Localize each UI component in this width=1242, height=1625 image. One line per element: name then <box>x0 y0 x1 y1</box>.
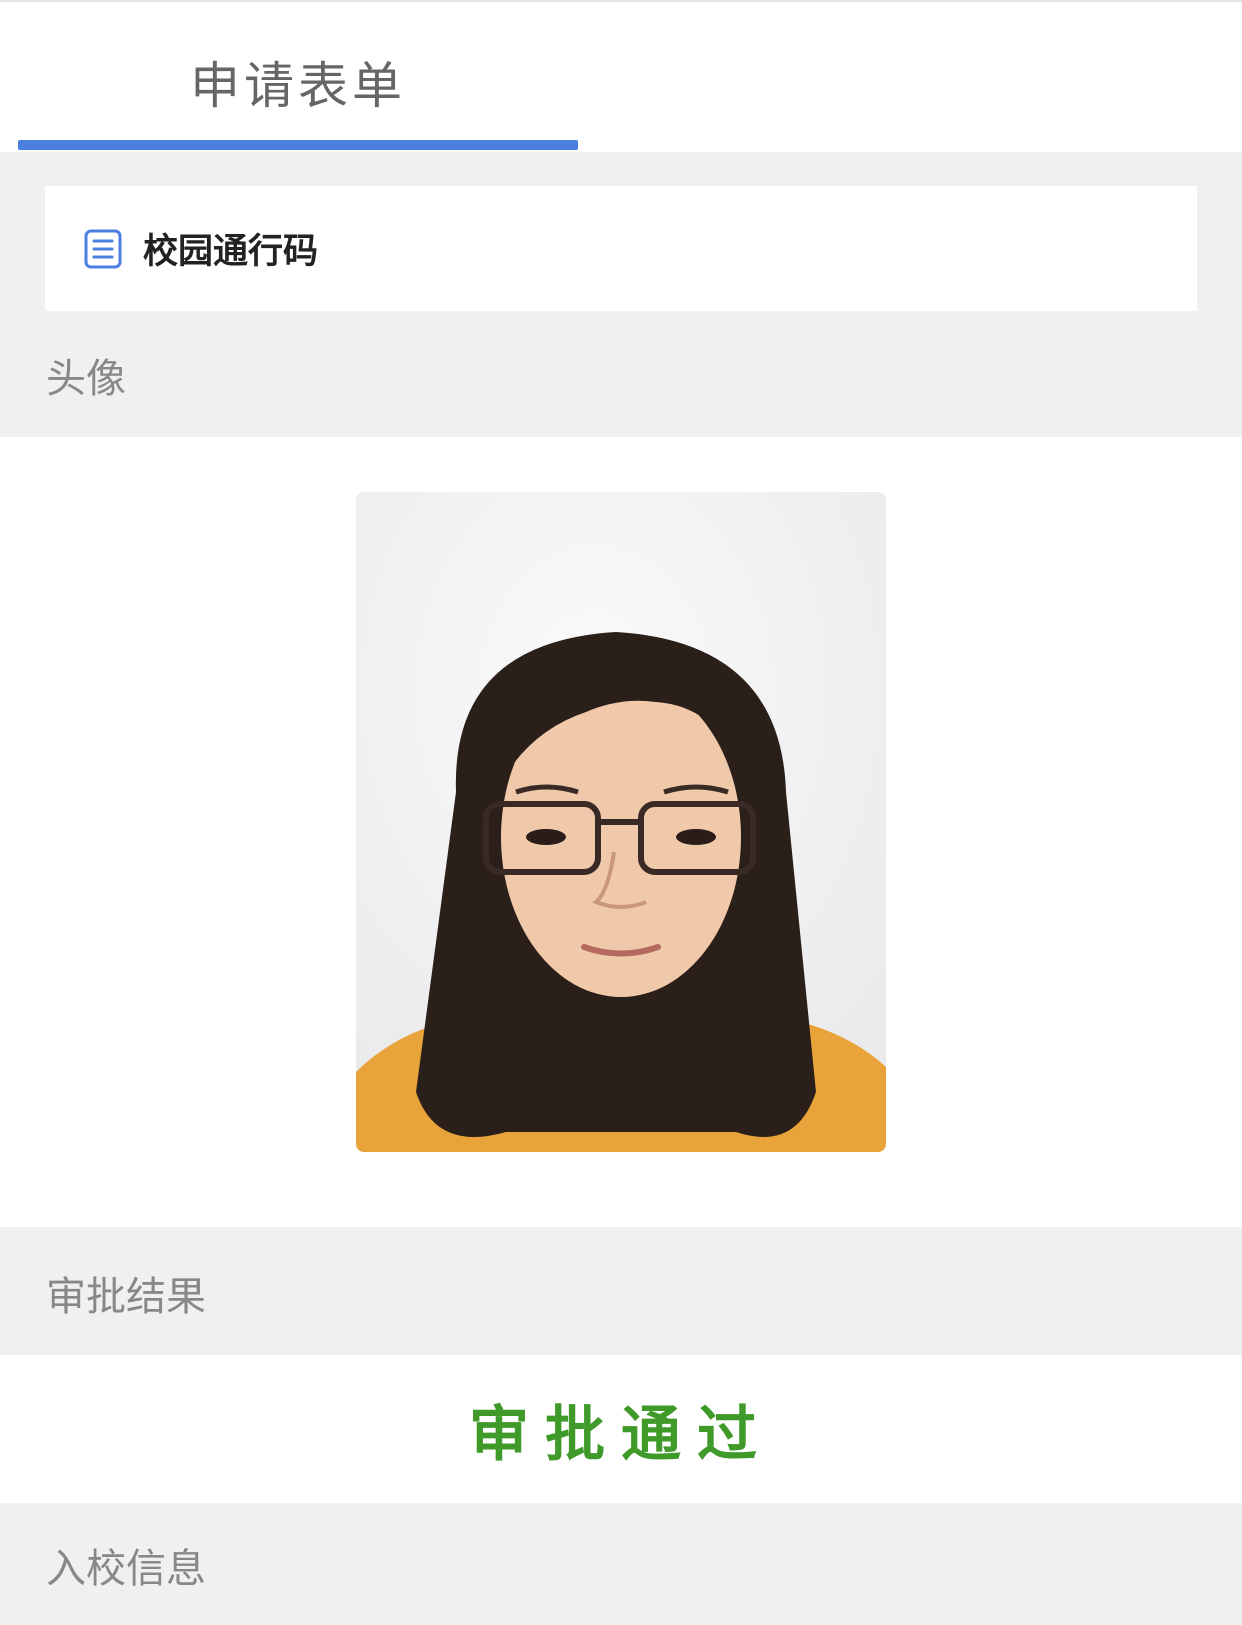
tab-label: 申请表单 <box>190 57 406 115</box>
application-page: 申请表单 校园通行码 头像 审批结果 审批通过 入校信息 <box>0 0 1242 1625</box>
tab-bar: 申请表单 <box>0 0 1242 152</box>
approval-status: 审批通过 <box>469 1399 773 1470</box>
form-title: 校园通行码 <box>143 232 319 272</box>
tab-application-form[interactable]: 申请表单 <box>18 2 578 154</box>
form-title-card: 校园通行码 <box>45 186 1197 311</box>
avatar <box>356 492 886 1152</box>
document-icon <box>83 229 123 269</box>
approval-section-label: 审批结果 <box>46 1274 206 1320</box>
avatar-section-label: 头像 <box>46 356 126 402</box>
entry-info-section-label: 入校信息 <box>46 1546 206 1592</box>
active-tab-indicator <box>18 140 578 150</box>
